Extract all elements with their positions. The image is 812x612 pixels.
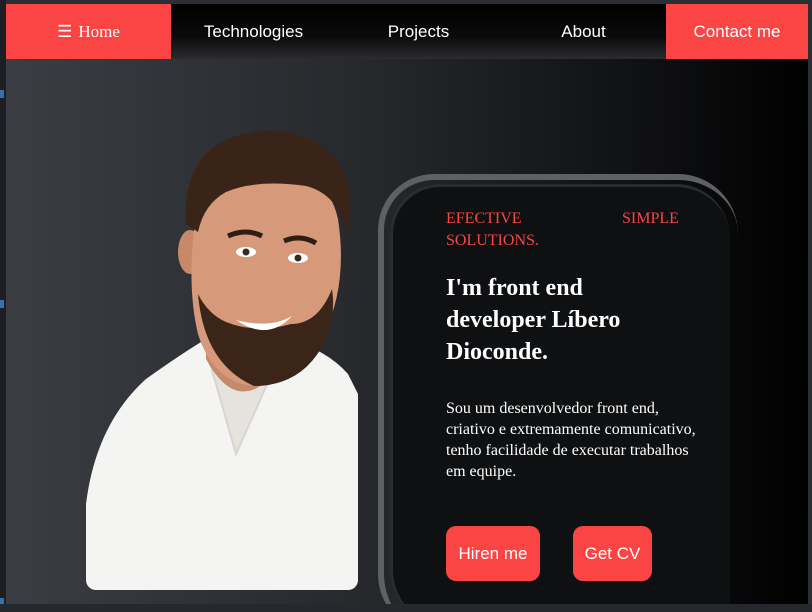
tagline-efective-solutions: EFECTIVE SOLUTIONS. [446, 210, 539, 249]
profile-photo [86, 124, 358, 590]
edge-marker [0, 300, 4, 308]
top-navigation: ☰ Home Technologies Projects About Conta… [6, 4, 808, 59]
nav-contact-link[interactable]: Contact me [666, 4, 808, 59]
hire-me-button[interactable]: Hiren me [446, 526, 540, 581]
window-bottom-edge [0, 604, 812, 612]
nav-link-about[interactable]: About [501, 4, 666, 59]
get-cv-button[interactable]: Get CV [573, 526, 652, 581]
portfolio-page: ☰ Home Technologies Projects About Conta… [6, 4, 808, 604]
tagline-simple: SIMPLE [622, 210, 679, 227]
hero-headline: I'm front end developer Líbero Dioconde. [446, 275, 621, 365]
nav-home-link[interactable]: ☰ Home [6, 4, 171, 59]
nav-link-projects[interactable]: Projects [336, 4, 501, 59]
hamburger-icon: ☰ [57, 21, 73, 41]
edge-marker [0, 90, 4, 98]
nav-home-label: Home [78, 21, 120, 41]
hero-bio: Sou um desenvolvedor front end, criativo… [446, 400, 696, 480]
nav-link-technologies[interactable]: Technologies [171, 4, 336, 59]
